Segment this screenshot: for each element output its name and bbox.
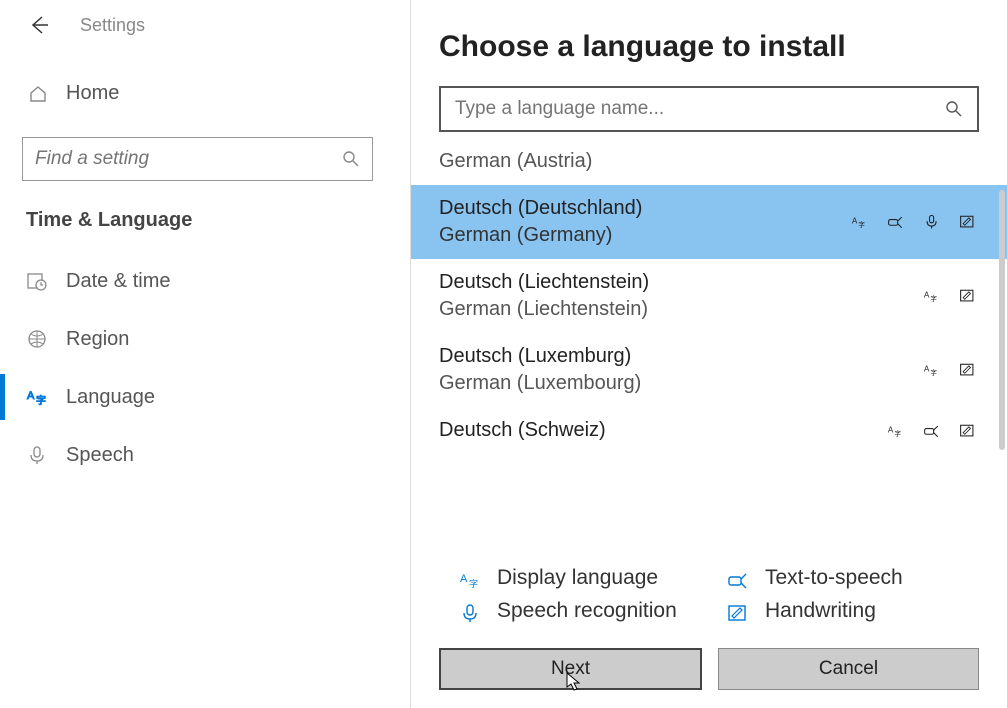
- language-english: German (Germany): [439, 224, 642, 247]
- svg-text:A: A: [924, 365, 930, 374]
- nav-label: Language: [66, 386, 155, 409]
- tts-icon: [921, 421, 943, 441]
- svg-text:A: A: [460, 573, 468, 585]
- language-row-partial[interactable]: German (Austria): [411, 150, 1007, 185]
- handwriting-icon: [957, 360, 979, 380]
- language-icon: A字: [26, 386, 48, 408]
- language-english: German (Liechtenstein): [439, 298, 649, 321]
- legend-label: Text-to-speech: [765, 566, 903, 590]
- home-icon: [28, 84, 48, 104]
- speech-icon: [921, 212, 943, 232]
- handwriting-icon: [957, 212, 979, 232]
- language-row[interactable]: Deutsch (Luxemburg) German (Luxembourg) A字: [411, 333, 1007, 407]
- nav-item-datetime[interactable]: Date & time: [0, 252, 395, 310]
- language-search[interactable]: [439, 86, 979, 132]
- language-native: Deutsch (Deutschland): [439, 197, 642, 220]
- nav-item-language[interactable]: A字 Language: [0, 368, 395, 426]
- microphone-icon: [26, 444, 48, 466]
- dialog-title: Choose a language to install: [411, 24, 1007, 86]
- back-icon[interactable]: [28, 14, 50, 36]
- language-list[interactable]: German (Austria) Deutsch (Deutschland) Ge…: [411, 150, 1007, 554]
- legend-label: Speech recognition: [497, 599, 677, 623]
- home-link[interactable]: Home: [0, 68, 395, 119]
- nav-label: Date & time: [66, 270, 170, 293]
- handwriting-icon: [957, 421, 979, 441]
- display-language-icon: A字: [459, 569, 481, 591]
- language-search-input[interactable]: [455, 98, 945, 120]
- search-icon: [342, 150, 360, 168]
- calendar-icon: [26, 270, 48, 292]
- language-english: German (Luxembourg): [439, 372, 641, 395]
- handwriting-icon: [727, 602, 749, 624]
- feature-legend: A字 Display language Text-to-speech Speec…: [411, 554, 1007, 632]
- language-row[interactable]: Deutsch (Liechtenstein) German (Liechtens…: [411, 259, 1007, 333]
- language-install-dialog: Choose a language to install German (Aus…: [410, 0, 1007, 708]
- svg-text:字: 字: [36, 394, 46, 407]
- svg-text:字: 字: [894, 428, 901, 437]
- handwriting-icon: [957, 286, 979, 306]
- svg-text:A: A: [27, 390, 35, 402]
- scrollbar[interactable]: [999, 190, 1005, 450]
- display-icon: A字: [921, 286, 943, 306]
- language-row[interactable]: Deutsch (Deutschland) German (Germany) A字: [411, 185, 1007, 259]
- display-icon: A字: [885, 421, 907, 441]
- svg-text:A: A: [888, 425, 894, 434]
- tts-icon: [727, 569, 749, 591]
- svg-text:A: A: [852, 217, 858, 226]
- display-icon: A字: [849, 212, 871, 232]
- sidebar-search[interactable]: [22, 137, 373, 181]
- home-label: Home: [66, 82, 119, 105]
- nav-label: Region: [66, 328, 129, 351]
- svg-text:A: A: [924, 291, 930, 300]
- language-native: Deutsch (Schweiz): [439, 419, 606, 442]
- language-row[interactable]: Deutsch (Schweiz) A字: [411, 407, 1007, 454]
- speech-recognition-icon: [459, 602, 481, 624]
- language-native: Deutsch (Liechtenstein): [439, 271, 649, 294]
- nav-item-speech[interactable]: Speech: [0, 426, 395, 484]
- nav-item-region[interactable]: Region: [0, 310, 395, 368]
- page-title: Settings: [80, 15, 145, 36]
- svg-text:字: 字: [858, 220, 865, 229]
- svg-text:字: 字: [930, 294, 937, 303]
- svg-text:字: 字: [930, 368, 937, 377]
- sidebar-search-input[interactable]: [35, 148, 342, 170]
- cancel-button[interactable]: Cancel: [718, 648, 979, 690]
- globe-icon: [26, 328, 48, 350]
- mouse-cursor: [566, 672, 582, 692]
- legend-label: Display language: [497, 566, 658, 590]
- legend-label: Handwriting: [765, 599, 876, 623]
- search-icon: [945, 100, 963, 118]
- display-icon: A字: [921, 360, 943, 380]
- tts-icon: [885, 212, 907, 232]
- section-title: Time & Language: [0, 181, 395, 242]
- svg-text:字: 字: [469, 578, 478, 589]
- settings-sidebar: Settings Home Time & Language Date & tim…: [0, 0, 395, 708]
- nav-label: Speech: [66, 444, 134, 467]
- language-native: Deutsch (Luxemburg): [439, 345, 641, 368]
